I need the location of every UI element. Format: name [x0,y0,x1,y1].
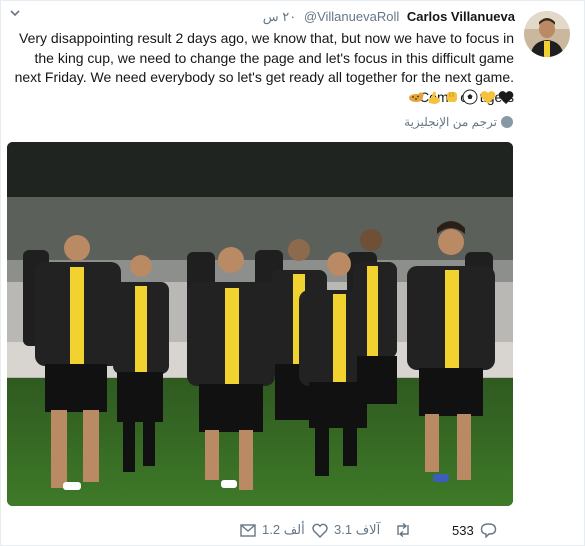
reply-count: 533 [452,522,474,538]
yellow-heart-icon [480,89,496,105]
reply-icon [480,522,496,538]
translate-label: ترجم من الإنجليزية [404,115,497,129]
tweet-header: ٢٠ س @VillanuevaRoll Carlos Villanueva [175,9,515,25]
fist-bump-icon [444,89,460,105]
retweet-icon [397,523,409,537]
message-count: 1.2 ألف [262,522,305,537]
emoji-row [408,87,514,107]
translate-link[interactable]: ترجم من الإنجليزية [404,115,513,129]
message-button[interactable]: 1.2 ألف [240,522,312,538]
tweet-photo[interactable] [7,142,513,506]
tweet-timestamp[interactable]: ٢٠ س [263,9,296,24]
like-count: 3.1 آلاف [334,522,381,537]
retweet-button[interactable] [394,523,452,537]
black-heart-icon [498,89,514,105]
leopard-icon [408,89,424,105]
envelope-icon [240,523,256,537]
reply-button[interactable]: 533 [452,523,514,538]
tweet-actions: 1.2 ألف 3.1 آلاف 533 [240,518,514,542]
like-button[interactable]: 3.1 آلاف [312,522,394,538]
avatar[interactable] [524,11,570,57]
soccer-ball-icon [462,89,478,105]
author-name[interactable]: Carlos Villanueva [407,9,515,24]
chevron-down-icon[interactable] [8,6,22,20]
flexed-biceps-icon [426,89,442,105]
heart-icon [312,523,328,538]
author-handle[interactable]: @VillanuevaRoll [304,9,399,24]
globe-icon [501,116,513,128]
